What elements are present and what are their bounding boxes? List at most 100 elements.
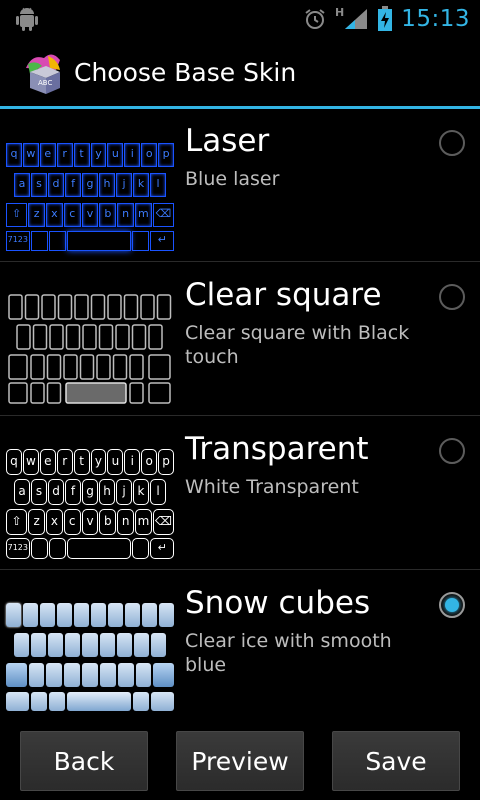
laser-keyboard-preview: q w e r t y u i o p a s d f g h j k l ⇧ … — [6, 121, 175, 251]
key: u — [107, 143, 124, 167]
key: g — [82, 173, 98, 197]
kb-row2: a s d f g h j k l — [14, 479, 166, 505]
kb-row1: q w e r t y u i o p — [6, 143, 175, 167]
kb-row3 — [6, 663, 174, 687]
key: r — [56, 449, 73, 475]
clock: 15:13 — [401, 6, 470, 32]
backspace-key-icon: ⌫ — [152, 203, 175, 227]
key: m — [135, 203, 152, 227]
key: p — [158, 143, 175, 167]
key: c — [63, 509, 81, 535]
skin-radio-button[interactable] — [439, 284, 465, 310]
key: k — [133, 173, 149, 197]
key: x — [46, 509, 63, 535]
divider — [0, 415, 480, 416]
key: i — [124, 143, 141, 167]
key: j — [116, 479, 132, 505]
kb-row1: q w e r t y u i o p — [6, 449, 175, 475]
svg-text:ABC: ABC — [38, 79, 52, 87]
kb-row2 — [14, 633, 166, 657]
enter-key-icon: ↵ — [150, 538, 174, 559]
kb-row3: ⇧ z x c v b n m ⌫ — [6, 509, 175, 535]
key: o — [141, 143, 158, 167]
backspace-key-icon: ⌫ — [152, 509, 175, 535]
kb-row3: ⇧ z x c v b n m ⌫ — [6, 203, 175, 227]
save-button[interactable]: Save — [332, 731, 460, 791]
divider — [0, 261, 480, 262]
skin-list: q w e r t y u i o p a s d f g h j k l ⇧ … — [0, 109, 480, 720]
key: s — [31, 173, 47, 197]
key: l — [150, 173, 166, 197]
key: h — [99, 479, 115, 505]
key: m — [135, 509, 152, 535]
clear-square-keyboard-preview — [6, 275, 174, 405]
key: d — [48, 479, 64, 505]
key: q — [6, 143, 22, 167]
skin-subtitle: Clear ice with smooth blue — [185, 630, 392, 676]
space-key — [67, 231, 132, 251]
key: q — [6, 449, 22, 475]
key: d — [48, 173, 64, 197]
key: v — [81, 203, 99, 227]
white-transparent-keyboard-preview: q w e r t y u i o p a s d f g h j k l ⇧ … — [6, 429, 175, 559]
kb-row4 — [6, 692, 175, 711]
skin-radio-button[interactable] — [439, 438, 465, 464]
key: n — [117, 203, 135, 227]
skin-item-laser[interactable]: q w e r t y u i o p a s d f g h j k l ⇧ … — [0, 109, 480, 262]
signal-icon — [345, 9, 368, 29]
page-title: Choose Base Skin — [74, 58, 297, 87]
clear-square-keys — [8, 294, 172, 404]
kb-row4: 7123 ↵ — [6, 538, 174, 559]
key: g — [82, 479, 98, 505]
kb-row1 — [6, 603, 174, 627]
key: c — [63, 203, 81, 227]
key: j — [116, 173, 132, 197]
keyboard-skin-app-icon: ABC — [26, 54, 60, 94]
skin-radio-button[interactable] — [439, 130, 465, 156]
key: r — [56, 143, 73, 167]
key: a — [14, 479, 30, 505]
snow-cubes-keyboard-preview — [6, 583, 175, 713]
key: f — [65, 479, 81, 505]
skin-item-transparent[interactable]: q w e r t y u i o p a s d f g h j k l ⇧ … — [0, 417, 480, 570]
kb-row2: a s d f g h j k l — [14, 173, 166, 197]
space-key — [67, 538, 132, 559]
numbers-key: 7123 — [6, 231, 30, 251]
skin-item-clear-square[interactable]: Clear square Clear square with Black tou… — [0, 263, 480, 416]
key: h — [99, 173, 115, 197]
alarm-icon — [305, 9, 325, 29]
key: v — [81, 509, 99, 535]
key: p — [158, 449, 175, 475]
key: w — [22, 143, 39, 167]
key: o — [141, 449, 158, 475]
key: e — [39, 143, 56, 167]
skin-subtitle: Blue laser — [185, 168, 280, 190]
kb-row4: 7123 ↵ — [6, 231, 174, 251]
status-bar: H 15:13 — [0, 0, 480, 38]
key: z — [28, 203, 46, 227]
numbers-key: 7123 — [6, 538, 30, 559]
skin-title: Clear square — [185, 277, 382, 313]
shift-key-icon: ⇧ — [6, 203, 28, 227]
key: b — [99, 509, 117, 535]
key: i — [124, 449, 141, 475]
key: l — [150, 479, 166, 505]
key: y — [90, 143, 107, 167]
skin-item-snow-cubes[interactable]: Snow cubes Clear ice with smooth blue — [0, 571, 480, 720]
skin-title: Transparent — [185, 431, 369, 467]
button-bar: Back Preview Save — [0, 720, 480, 800]
key: a — [14, 173, 30, 197]
shift-key-icon: ⇧ — [6, 509, 28, 535]
skin-title: Snow cubes — [185, 585, 371, 621]
key: z — [28, 509, 46, 535]
enter-key-icon: ↵ — [150, 231, 174, 251]
key: u — [107, 449, 124, 475]
battery-icon — [378, 6, 393, 31]
preview-button[interactable]: Preview — [176, 731, 304, 791]
key: x — [46, 203, 63, 227]
back-button[interactable]: Back — [20, 731, 148, 791]
skin-subtitle: Clear square with Black touch — [185, 322, 410, 368]
key: w — [22, 449, 39, 475]
key: y — [90, 449, 107, 475]
skin-radio-button-selected[interactable] — [439, 592, 465, 618]
